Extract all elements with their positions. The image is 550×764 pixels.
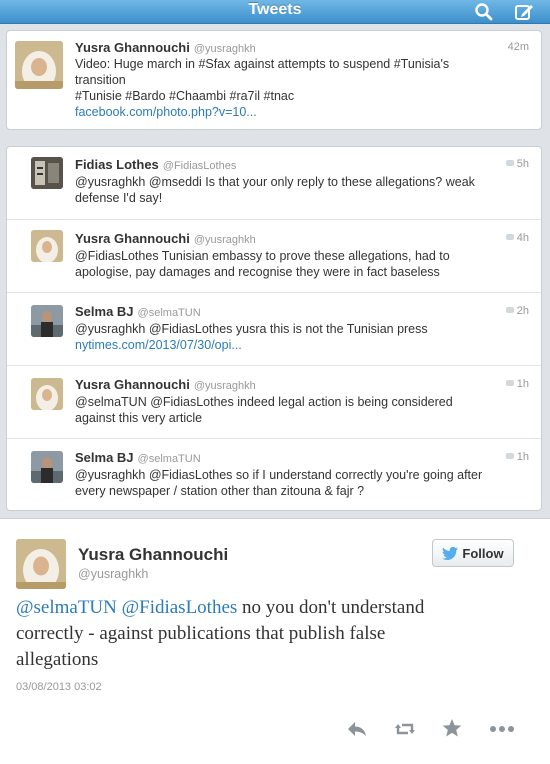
tweet-author[interactable]: Yusra Ghannouchi @yusraghkh (75, 40, 256, 55)
reply-line: @yusraghkh @mseddi Is that your only rep… (75, 175, 475, 189)
reply-time-value: 2h (516, 305, 529, 317)
follow-button[interactable]: Follow (432, 539, 514, 567)
reply-time-value: 1h (516, 451, 529, 463)
tweet-line: Video: Huge march in #Sfax against attem… (75, 57, 450, 71)
tweet-line: transition (75, 73, 126, 87)
conversation-icon (505, 453, 514, 459)
reply-line: @selmaTUN @FidiasLothes indeed legal act… (75, 395, 453, 409)
avatar[interactable] (31, 378, 63, 410)
reply-tweet[interactable]: Yusra Ghannouchi @yusraghkh 4h @FidiasLot… (7, 220, 541, 292)
more-icon[interactable] (488, 719, 516, 739)
reply-author[interactable]: Fidias Lothes @FidiasLothes (75, 157, 236, 172)
detail-author-name[interactable]: Yusra Ghannouchi (78, 545, 228, 565)
tweet-time: 42m (507, 41, 529, 53)
navigation-bar: Tweets (0, 0, 550, 24)
reply-time-value: 4h (516, 232, 529, 244)
reply-text: @yusraghkh @FidiasLothes so if I underst… (75, 467, 482, 499)
detail-text-line: correctly - against publications that pu… (16, 623, 386, 644)
author-name: Yusra Ghannouchi (75, 40, 190, 55)
tweet-link[interactable]: facebook.com/photo.php?v=10... (75, 104, 449, 120)
detail-author-handle[interactable]: @yusraghkh (78, 567, 148, 581)
author-name: Selma BJ (75, 450, 134, 465)
author-handle: @selmaTUN (137, 453, 201, 465)
conversation-icon (505, 234, 514, 240)
mention-link[interactable]: @FidiasLothes (122, 597, 238, 618)
author-handle: @FidiasLothes (162, 160, 237, 172)
reply-text: @yusraghkh @FidiasLothes yusra this is n… (75, 321, 428, 353)
avatar[interactable] (31, 157, 63, 189)
reply-icon[interactable] (346, 719, 368, 739)
reply-time: 4h (505, 232, 529, 244)
reply-line: every newspaper / station other than zit… (75, 484, 365, 498)
reply-author[interactable]: Yusra Ghannouchi @yusraghkh (75, 377, 256, 392)
reply-line: @yusraghkh @FidiasLothes yusra this is n… (75, 322, 428, 336)
detail-text-fragment: no you don't understand (237, 597, 425, 618)
author-name: Fidias Lothes (75, 157, 159, 172)
detail-text-line: @selmaTUN @FidiasLothes no you don't und… (16, 595, 536, 621)
detail-timestamp: 03/08/2013 03:02 (16, 681, 102, 693)
reply-line: against this very article (75, 411, 203, 425)
author-name: Yusra Ghannouchi (75, 231, 190, 246)
author-name: Selma BJ (75, 304, 134, 319)
mention-link[interactable]: @selmaTUN (16, 597, 117, 618)
conversation-icon (505, 307, 514, 313)
avatar[interactable] (31, 451, 63, 483)
reply-time: 1h (505, 451, 529, 463)
reply-text: @selmaTUN @FidiasLothes indeed legal act… (75, 394, 453, 426)
avatar[interactable] (31, 230, 63, 262)
detail-text-line: allegations (16, 649, 99, 670)
reply-tweet[interactable]: Selma BJ @selmaTUN 1h @yusraghkh @FidiasL… (7, 439, 541, 511)
reply-time-value: 1h (516, 378, 529, 390)
reply-time: 2h (505, 305, 529, 317)
reply-line: apologise, pay damages and recognise the… (75, 265, 440, 279)
reply-author[interactable]: Yusra Ghannouchi @yusraghkh (75, 231, 256, 246)
avatar[interactable] (31, 305, 63, 337)
avatar[interactable] (16, 539, 66, 589)
reply-tweet[interactable]: Selma BJ @selmaTUN 2h @yusraghkh @FidiasL… (7, 293, 541, 365)
tweet-text: Video: Huge march in #Sfax against attem… (75, 56, 449, 120)
reply-tweet[interactable]: Fidias Lothes @FidiasLothes 5h @yusraghkh… (7, 147, 541, 219)
conversation-card: Fidias Lothes @FidiasLothes 5h @yusraghkh… (6, 146, 542, 511)
favorite-icon[interactable] (441, 718, 463, 738)
author-handle: @yusraghkh (193, 380, 256, 392)
conversation-icon (505, 160, 514, 166)
follow-label: Follow (462, 545, 504, 561)
conversation-icon (505, 380, 514, 386)
tweet-line: #Tunisie #Bardo #Chaambi #ra7il #tnac (75, 89, 295, 103)
author-name: Yusra Ghannouchi (75, 377, 190, 392)
tweet-card[interactable]: Yusra Ghannouchi @yusraghkh 42m Video: Hu… (6, 30, 542, 130)
reply-author[interactable]: Selma BJ @selmaTUN (75, 304, 201, 319)
page-title: Tweets (248, 1, 302, 18)
reply-time: 1h (505, 378, 529, 390)
reply-line: @yusraghkh @FidiasLothes so if I underst… (75, 468, 483, 482)
retweet-icon[interactable] (394, 719, 416, 739)
compose-icon[interactable] (514, 2, 534, 22)
reply-text: @FidiasLothes Tunisian embassy to prove … (75, 248, 450, 280)
reply-time-value: 5h (516, 158, 529, 170)
reply-time: 5h (505, 158, 529, 170)
reply-author[interactable]: Selma BJ @selmaTUN (75, 450, 201, 465)
reply-line: defense I'd say! (75, 191, 163, 205)
avatar[interactable] (15, 41, 63, 89)
reply-line: @FidiasLothes Tunisian embassy to prove … (75, 249, 450, 263)
twitter-bird-icon (442, 546, 459, 560)
author-handle: @selmaTUN (137, 307, 201, 319)
reply-text: @yusraghkh @mseddi Is that your only rep… (75, 174, 475, 206)
reply-tweet[interactable]: Yusra Ghannouchi @yusraghkh 1h @selmaTUN … (7, 366, 541, 438)
reply-link[interactable]: nytimes.com/2013/07/30/opi... (75, 337, 428, 353)
tweet-detail: Yusra Ghannouchi @yusraghkh Follow @selm… (0, 518, 550, 764)
author-handle: @yusraghkh (193, 234, 256, 246)
author-handle: @yusraghkh (193, 43, 256, 55)
search-icon[interactable] (474, 2, 494, 22)
detail-tweet-text: @selmaTUN @FidiasLothes no you don't und… (16, 595, 536, 673)
